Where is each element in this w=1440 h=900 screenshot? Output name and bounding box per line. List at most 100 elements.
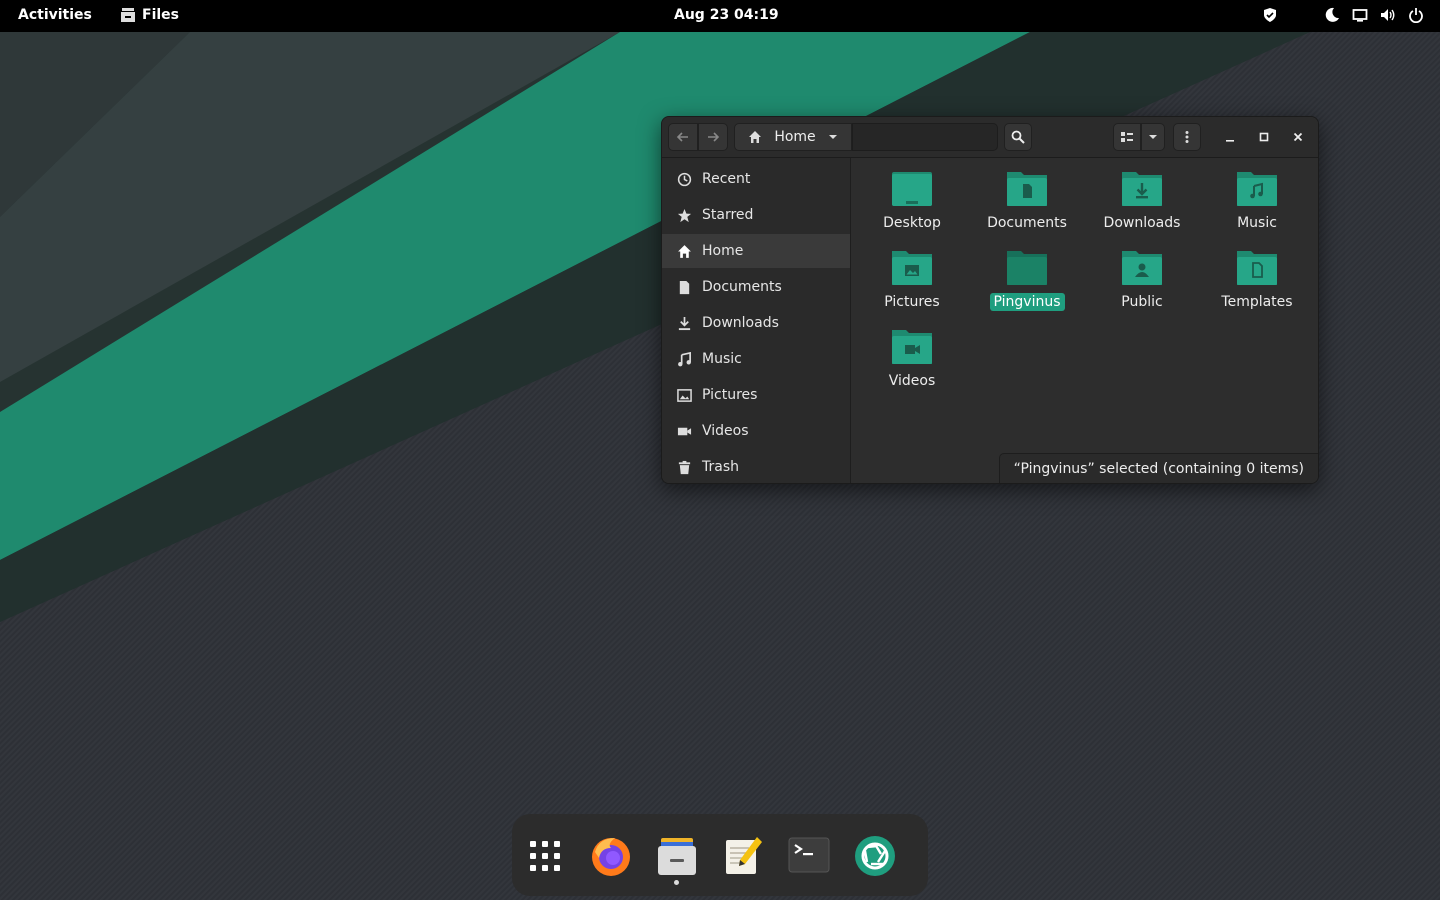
- sidebar: Recent Starred Home Documents Downloads …: [662, 158, 851, 483]
- back-button[interactable]: [668, 123, 698, 151]
- videos-folder-icon: [892, 330, 932, 364]
- view-toggle-button[interactable]: [1113, 123, 1141, 151]
- file-label: Public: [1121, 294, 1163, 310]
- sidebar-item-recent[interactable]: Recent: [662, 162, 850, 196]
- sidebar-item-label: Trash: [702, 459, 739, 475]
- sidebar-item-label: Starred: [702, 207, 754, 223]
- file-item-downloads[interactable]: Downloads: [1084, 168, 1200, 232]
- public-folder-icon: [1122, 251, 1162, 285]
- pictures-folder-icon: [892, 251, 932, 285]
- screen-icon[interactable]: [1352, 7, 1368, 23]
- dock-terminal[interactable]: [785, 832, 833, 880]
- dock-camera-app[interactable]: [851, 832, 899, 880]
- file-item-pingvinus[interactable]: Pingvinus: [969, 247, 1085, 311]
- sidebar-item-home[interactable]: Home: [662, 234, 850, 268]
- maximize-button[interactable]: [1256, 129, 1272, 145]
- folder-icon: [1007, 251, 1047, 285]
- running-indicator: [674, 880, 679, 885]
- arrow-left-icon: [676, 132, 688, 142]
- file-label: Documents: [987, 215, 1067, 231]
- file-item-desktop[interactable]: Desktop: [854, 168, 970, 232]
- sidebar-item-pictures[interactable]: Pictures: [662, 378, 850, 412]
- music-folder-icon: [1237, 172, 1277, 206]
- documents-folder-icon: [1007, 172, 1047, 206]
- sidebar-item-videos[interactable]: Videos: [662, 414, 850, 448]
- main-menu-button[interactable]: [1173, 123, 1201, 151]
- file-item-documents[interactable]: Documents: [969, 168, 1085, 232]
- app-menu-button[interactable]: Files: [120, 7, 179, 23]
- music-icon: [677, 351, 691, 366]
- file-item-public[interactable]: Public: [1084, 247, 1200, 311]
- path-label: Home: [774, 129, 816, 145]
- document-icon: [679, 280, 689, 294]
- arrow-right-icon: [708, 132, 720, 142]
- activities-button[interactable]: Activities: [18, 7, 92, 23]
- sidebar-item-label: Home: [702, 243, 744, 259]
- downloads-folder-icon: [1122, 172, 1162, 206]
- files-window: Home Recent Starred Home Documents Downl…: [661, 116, 1319, 484]
- video-icon: [677, 427, 691, 435]
- sidebar-item-label: Recent: [702, 171, 751, 187]
- kebab-menu-icon: [1185, 131, 1189, 143]
- sidebar-item-label: Downloads: [702, 315, 779, 331]
- status-text: “Pingvinus” selected (containing 0 items…: [1013, 460, 1304, 477]
- file-item-music[interactable]: Music: [1199, 168, 1315, 232]
- dock-files[interactable]: [653, 832, 701, 880]
- view-options-button[interactable]: [1141, 123, 1165, 151]
- sidebar-item-label: Music: [702, 351, 742, 367]
- dock-firefox[interactable]: [587, 832, 635, 880]
- files-icon: [658, 838, 696, 875]
- sidebar-item-downloads[interactable]: Downloads: [662, 306, 850, 340]
- dock-app-grid[interactable]: [521, 832, 569, 880]
- sidebar-item-label: Documents: [702, 279, 782, 295]
- app-grid-icon: [530, 841, 560, 871]
- close-icon: [1293, 132, 1303, 142]
- system-tray[interactable]: [1262, 7, 1424, 23]
- star-icon: [677, 208, 691, 222]
- shield-icon[interactable]: [1262, 7, 1278, 23]
- clock[interactable]: Aug 23 04:19: [674, 7, 779, 23]
- top-bar: Activities Files Aug 23 04:19: [0, 0, 1440, 32]
- sidebar-item-starred[interactable]: Starred: [662, 198, 850, 232]
- app-menu-label: Files: [142, 7, 179, 23]
- file-label: Pingvinus: [989, 293, 1065, 311]
- dock-text-editor[interactable]: [719, 832, 767, 880]
- night-light-icon[interactable]: [1324, 7, 1340, 23]
- file-item-pictures[interactable]: Pictures: [854, 247, 970, 311]
- path-entry[interactable]: [852, 123, 998, 151]
- home-icon: [677, 244, 691, 258]
- file-label: Videos: [888, 373, 936, 389]
- search-button[interactable]: [1004, 123, 1032, 151]
- minimize-icon: [1226, 140, 1234, 142]
- home-icon: [749, 131, 762, 143]
- search-icon: [1011, 130, 1025, 144]
- terminal-icon: [788, 837, 830, 873]
- templates-folder-icon: [1237, 251, 1277, 285]
- minimize-button[interactable]: [1222, 129, 1238, 145]
- maximize-icon: [1259, 132, 1269, 142]
- file-grid: Desktop Documents Downloads Music Pictur…: [851, 158, 1318, 483]
- file-label: Pictures: [884, 294, 940, 310]
- chevron-down-icon: [1149, 135, 1157, 139]
- chevron-down-icon: [828, 135, 837, 139]
- volume-icon[interactable]: [1380, 7, 1396, 23]
- sidebar-item-documents[interactable]: Documents: [662, 270, 850, 304]
- file-label: Desktop: [883, 215, 941, 231]
- firefox-icon: [592, 838, 630, 876]
- text-editor-icon: [726, 837, 762, 874]
- sidebar-item-music[interactable]: Music: [662, 342, 850, 376]
- file-label: Downloads: [1103, 215, 1181, 231]
- path-bar-home[interactable]: Home: [734, 123, 852, 151]
- dock: [512, 814, 928, 896]
- file-label: Music: [1237, 215, 1277, 231]
- close-button[interactable]: [1290, 129, 1306, 145]
- camera-app-icon: [855, 836, 895, 876]
- forward-button[interactable]: [698, 123, 728, 151]
- file-item-templates[interactable]: Templates: [1199, 247, 1315, 311]
- header-bar: Home: [662, 117, 1318, 158]
- file-item-videos[interactable]: Videos: [854, 326, 970, 390]
- power-icon[interactable]: [1408, 7, 1424, 23]
- sidebar-item-trash[interactable]: Trash: [662, 450, 850, 483]
- clock-icon: [677, 172, 691, 186]
- list-view-icon: [1121, 132, 1133, 142]
